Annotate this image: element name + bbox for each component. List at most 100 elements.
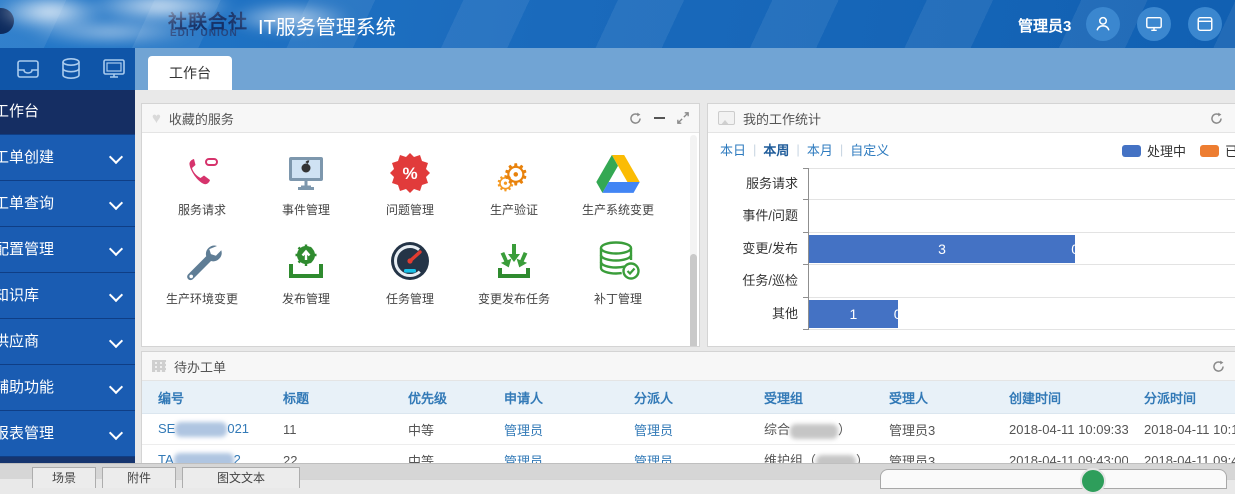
footer-partial-window — [880, 469, 1227, 489]
service-item-production-verify[interactable]: ⚙⚙ 生产验证 — [462, 147, 566, 218]
sidebar-item-label: 工作台 — [0, 90, 39, 134]
todo-panel: 待办工单 编号 标题 优先级 申请人 分派人 受理组 受理人 创建时间 分派时间… — [141, 351, 1235, 480]
chevron-down-icon — [109, 380, 123, 394]
sidebar-item-label: 工单查询 — [0, 181, 54, 226]
legend-label-processing: 处理中 — [1147, 141, 1186, 160]
col-dispatched[interactable]: 分派时间 — [1128, 381, 1235, 414]
service-label: 发布管理 — [254, 290, 358, 307]
minimize-icon[interactable] — [651, 110, 667, 126]
range-tab-month[interactable]: 本月 — [807, 140, 833, 159]
col-applicant[interactable]: 申请人 — [488, 381, 618, 414]
username-label[interactable]: 管理员3 — [1018, 15, 1071, 36]
table-row[interactable]: SE021 11 中等 管理员 管理员 综合） 管理员3 2018-04-11 … — [142, 414, 1235, 445]
window-button[interactable] — [1188, 7, 1222, 41]
table-header-row: 编号 标题 优先级 申请人 分派人 受理组 受理人 创建时间 分派时间 — [142, 381, 1235, 414]
person-icon — [1094, 15, 1112, 33]
range-tab-today[interactable]: 本日 — [720, 140, 746, 159]
service-label: 事件管理 — [254, 201, 358, 218]
chevron-down-icon — [109, 334, 123, 348]
sidebar-item-report-mgmt[interactable]: 报表管理 — [0, 410, 135, 457]
green-status-ball[interactable] — [1080, 468, 1106, 494]
panel-header: 我的工作统计 — [708, 104, 1235, 133]
service-item-task-mgmt[interactable]: 任务管理 — [358, 236, 462, 307]
cell-title: 11 — [267, 414, 392, 445]
sidebar-item-label: 配置管理 — [0, 227, 54, 272]
redaction-blob — [175, 422, 227, 437]
sidebar-item-workbench[interactable]: 工作台 — [0, 90, 135, 134]
inbox-icon[interactable] — [13, 56, 43, 82]
chevron-down-icon — [109, 150, 123, 164]
gears-icon: ⚙⚙ — [462, 147, 566, 193]
refresh-icon[interactable] — [1210, 358, 1226, 374]
col-created[interactable]: 创建时间 — [993, 381, 1128, 414]
range-tabs: 本日|本周|本月|自定义 处理中 已关闭 — [708, 133, 1235, 165]
refresh-icon[interactable] — [627, 110, 643, 126]
terminal-icon[interactable] — [99, 56, 129, 82]
service-item-release-mgmt[interactable]: 发布管理 — [254, 236, 358, 307]
sidebar-item-aux-functions[interactable]: 辅助功能 — [0, 364, 135, 410]
range-tab-week[interactable]: 本周 — [763, 140, 789, 159]
panel-header: 待办工单 — [142, 352, 1235, 381]
service-item-prod-system-change[interactable]: 生产系统变更 — [566, 147, 670, 218]
sidebar-item-ticket-query[interactable]: 工单查询 — [0, 180, 135, 226]
heart-icon: ♥ — [152, 110, 161, 127]
picture-icon — [718, 111, 735, 125]
applicant-link[interactable]: 管理员 — [504, 423, 543, 438]
monitor-button[interactable] — [1137, 7, 1171, 41]
service-item-service-request[interactable]: 服务请求 — [150, 147, 254, 218]
panel-title: 我的工作统计 — [743, 109, 821, 128]
col-assignee[interactable]: 受理人 — [873, 381, 993, 414]
refresh-icon[interactable] — [1208, 110, 1224, 126]
range-tab-custom[interactable]: 自定义 — [850, 140, 889, 159]
release-tray-icon — [254, 236, 358, 282]
col-dispatcher[interactable]: 分派人 — [618, 381, 748, 414]
sidebar-item-label: 知识库 — [0, 273, 39, 318]
col-id[interactable]: 编号 — [142, 381, 267, 414]
sidebar-item-knowledge-base[interactable]: 知识库 — [0, 272, 135, 318]
service-label: 生产系统变更 — [566, 201, 670, 218]
user-profile-button[interactable] — [1086, 7, 1120, 41]
service-item-prod-env-change[interactable]: 生产环境变更 — [150, 236, 254, 307]
service-item-change-release-task[interactable]: 变更发布任务 — [462, 236, 566, 307]
chart-row: 事件/问题 — [718, 200, 1235, 232]
bar-value-label: 1 — [849, 306, 857, 322]
bar-processing[interactable]: 1 — [809, 300, 898, 328]
dispatcher-link[interactable]: 管理员 — [634, 423, 673, 438]
sidebar-item-config-mgmt[interactable]: 配置管理 — [0, 226, 135, 272]
chart-row: 其他10 — [718, 298, 1235, 330]
chevron-down-icon — [109, 196, 123, 210]
sidebar-item-supplier[interactable]: 供应商 — [0, 318, 135, 364]
database-icon[interactable] — [56, 56, 86, 82]
sidebar-item-ticket-create[interactable]: 工单创建 — [0, 134, 135, 180]
ticket-id-link[interactable]: SE021 — [158, 421, 249, 436]
redaction-blob — [790, 424, 838, 439]
chart-legend: 处理中 已关闭 — [1108, 141, 1235, 160]
svg-text:%: % — [402, 164, 417, 183]
expand-icon[interactable] — [675, 110, 691, 126]
gauge-icon — [358, 236, 462, 282]
col-title[interactable]: 标题 — [267, 381, 392, 414]
sidebar-item-label: 辅助功能 — [0, 365, 54, 410]
col-group[interactable]: 受理组 — [748, 381, 873, 414]
service-item-incident-mgmt[interactable]: 事件管理 — [254, 147, 358, 218]
legend-swatch-closed — [1200, 145, 1219, 157]
service-item-problem-mgmt[interactable]: % 问题管理 — [358, 147, 462, 218]
phone-tag-icon — [150, 147, 254, 193]
chart-category-label: 变更/发布 — [718, 233, 808, 265]
footer-strip: 场景 附件 图文文本 — [0, 463, 1235, 479]
apple-monitor-icon — [254, 147, 358, 193]
tab-workbench[interactable]: 工作台 — [148, 56, 232, 90]
service-item-patch-mgmt[interactable]: 补丁管理 — [566, 236, 670, 307]
col-priority[interactable]: 优先级 — [392, 381, 488, 414]
bar-closed-value-label: 0 — [1071, 241, 1079, 257]
sidebar-item-label: 工单创建 — [0, 135, 54, 180]
sidebar-item-label: 供应商 — [0, 319, 39, 364]
services-grid: 服务请求 事件管理 % 问题管理 ⚙⚙ 生产验证 生产系统变更 — [142, 133, 699, 307]
service-label: 变更发布任务 — [462, 290, 566, 307]
chart-category-label: 任务/巡检 — [718, 265, 808, 297]
chart-category-label: 服务请求 — [718, 168, 808, 200]
scrollbar-thumb[interactable] — [690, 254, 697, 347]
bar-processing[interactable]: 3 — [809, 235, 1075, 263]
service-label: 生产环境变更 — [150, 290, 254, 307]
todo-table: 编号 标题 优先级 申请人 分派人 受理组 受理人 创建时间 分派时间 SE02… — [142, 381, 1235, 476]
